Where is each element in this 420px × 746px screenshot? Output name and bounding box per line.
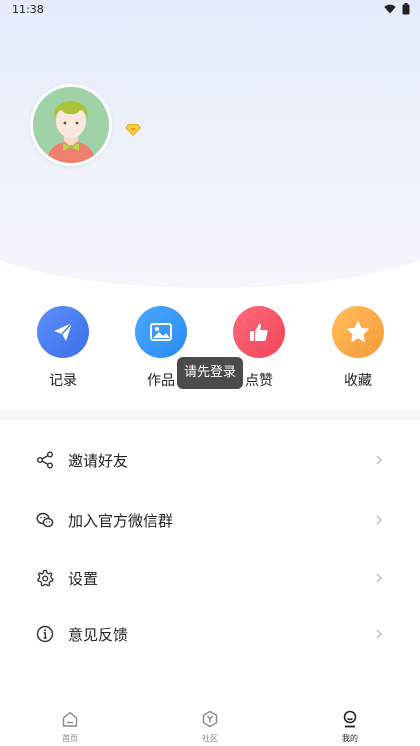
status-icons bbox=[384, 3, 410, 15]
profile-screen: 11:38 记录 作品 点赞 收藏 请先登录 邀请好友 加入官方微信群 设置 意… bbox=[0, 0, 420, 746]
nav-tab-home[interactable]: 首页 bbox=[40, 710, 100, 744]
nav-tab-profile[interactable]: 我的 bbox=[320, 710, 380, 744]
battery-icon bbox=[402, 3, 410, 15]
chevron-right-icon bbox=[376, 455, 382, 465]
gear-icon bbox=[35, 568, 55, 588]
paper-plane-icon bbox=[37, 306, 89, 358]
action-label: 收藏 bbox=[344, 373, 372, 389]
profile-icon bbox=[343, 710, 357, 728]
wifi-icon bbox=[384, 4, 396, 14]
menu-item-feedback[interactable]: 意见反馈 bbox=[0, 614, 420, 654]
vip-diamond-icon bbox=[125, 124, 141, 136]
action-records[interactable]: 记录 bbox=[23, 306, 103, 390]
menu-label: 设置 bbox=[68, 569, 99, 588]
chevron-right-icon bbox=[376, 629, 382, 639]
star-icon bbox=[332, 306, 384, 358]
nav-label: 首页 bbox=[62, 734, 78, 743]
avatar[interactable] bbox=[30, 84, 112, 166]
image-icon bbox=[135, 306, 187, 358]
status-bar: 11:38 bbox=[0, 0, 420, 20]
share-icon bbox=[35, 450, 55, 470]
nav-label: 社区 bbox=[202, 734, 218, 743]
nav-tab-community[interactable]: 社区 bbox=[180, 710, 240, 744]
avatar-image bbox=[33, 87, 109, 163]
menu-label: 加入官方微信群 bbox=[68, 511, 174, 530]
community-icon bbox=[202, 710, 218, 728]
menu-item-invite[interactable]: 邀请好友 bbox=[0, 440, 420, 480]
info-icon bbox=[35, 624, 55, 644]
status-time: 11:38 bbox=[12, 3, 44, 16]
menu-item-wechat-group[interactable]: 加入官方微信群 bbox=[0, 500, 420, 540]
chevron-right-icon bbox=[376, 515, 382, 525]
thumbs-up-icon bbox=[233, 306, 285, 358]
section-divider bbox=[0, 410, 420, 420]
home-icon bbox=[62, 711, 78, 727]
wechat-icon bbox=[35, 510, 55, 530]
action-label: 记录 bbox=[49, 373, 77, 389]
menu-label: 邀请好友 bbox=[68, 451, 129, 470]
menu-label: 意见反馈 bbox=[68, 625, 129, 644]
nav-label: 我的 bbox=[342, 734, 358, 743]
bottom-navigation: 首页 社区 我的 bbox=[0, 700, 420, 746]
action-favorites[interactable]: 收藏 bbox=[318, 306, 398, 390]
login-toast: 请先登录 bbox=[177, 357, 244, 389]
menu-item-settings[interactable]: 设置 bbox=[0, 558, 420, 598]
chevron-right-icon bbox=[376, 573, 382, 583]
